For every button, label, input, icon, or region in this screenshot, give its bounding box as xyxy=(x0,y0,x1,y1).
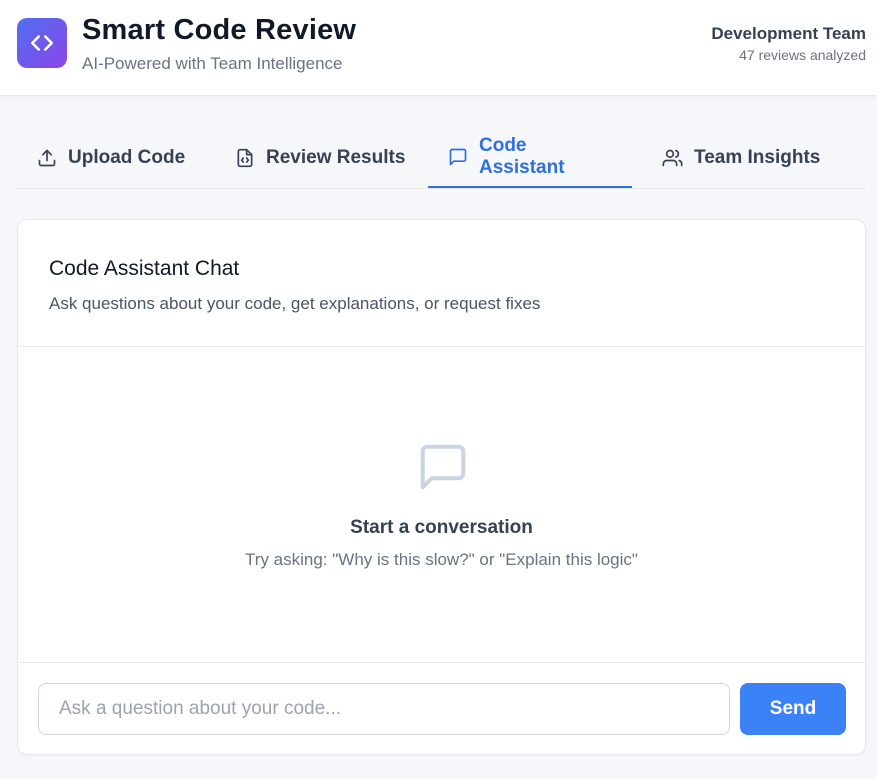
tab-upload-code[interactable]: Upload Code xyxy=(17,128,205,188)
empty-state-hint: Try asking: "Why is this slow?" or "Expl… xyxy=(245,550,638,569)
tab-bar: Upload Code Review Results Code Assistan… xyxy=(17,128,866,189)
tab-label: Upload Code xyxy=(68,147,186,168)
code-brackets-icon xyxy=(30,35,54,51)
app-subtitle: AI-Powered with Team Intelligence xyxy=(82,54,343,73)
chat-panel-header: Code Assistant Chat Ask questions about … xyxy=(18,220,865,347)
chat-bubble-icon xyxy=(449,148,467,166)
upload-icon xyxy=(38,149,56,167)
tab-team-insights[interactable]: Team Insights xyxy=(642,128,840,188)
chat-title: Code Assistant Chat xyxy=(49,257,240,280)
tab-code-assistant[interactable]: Code Assistant xyxy=(428,128,632,188)
team-name: Development Team xyxy=(711,24,866,43)
chat-empty-state: Start a conversation Try asking: "Why is… xyxy=(18,347,865,662)
app-header: Smart Code Review AI-Powered with Team I… xyxy=(0,0,877,96)
team-review-count: 47 reviews analyzed xyxy=(739,47,866,63)
chat-composer: Send xyxy=(18,662,865,755)
empty-state-title: Start a conversation xyxy=(350,517,533,538)
tab-label: Team Insights xyxy=(694,147,821,168)
tab-review-results[interactable]: Review Results xyxy=(215,128,425,188)
tab-label: Review Results xyxy=(266,147,406,168)
app-logo xyxy=(17,18,67,68)
send-button[interactable]: Send xyxy=(740,683,846,735)
file-code-icon xyxy=(237,148,253,168)
chat-description: Ask questions about your code, get expla… xyxy=(49,294,541,313)
chat-bubble-icon xyxy=(420,444,466,490)
chat-panel: Code Assistant Chat Ask questions about … xyxy=(17,219,866,755)
tab-label: Code Assistant xyxy=(479,135,565,178)
users-icon xyxy=(662,149,683,167)
chat-question-input[interactable] xyxy=(38,683,730,735)
app-title: Smart Code Review xyxy=(82,14,357,46)
